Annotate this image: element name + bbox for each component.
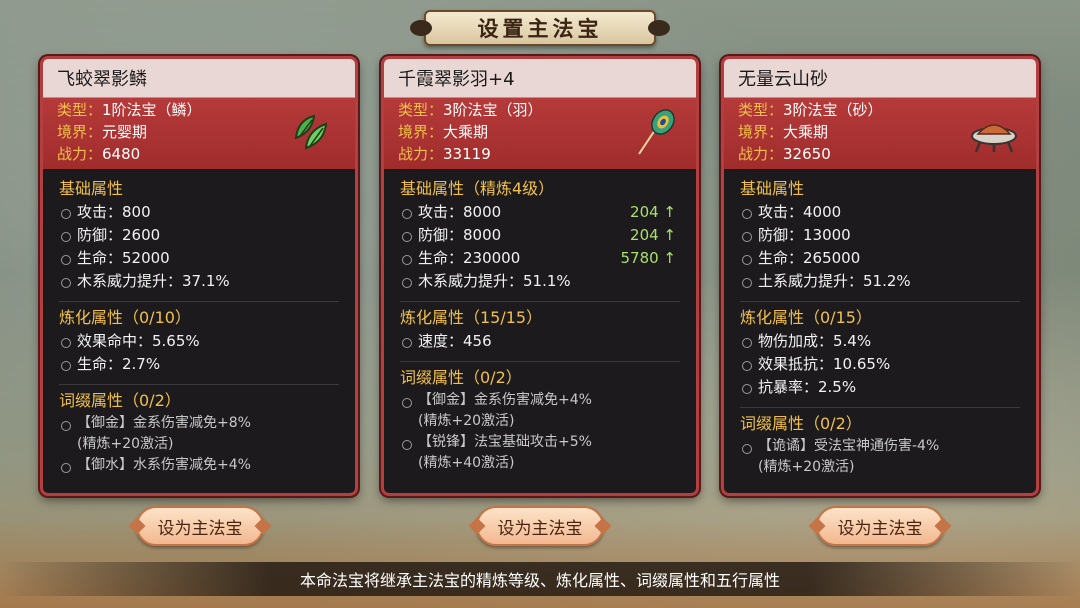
set-main-artifact-button-1[interactable]: 设为主法宝 [136, 506, 264, 546]
attribute-row: 攻击：800 [59, 201, 339, 224]
refine-attribute-row: 物伤加成：5.4% [740, 330, 1020, 353]
artifact-card-1[interactable]: 飞蛟翠影鳞 类型：1阶法宝（鳞） 境界：元婴期 战力：6480 基础属性 攻击：… [40, 56, 358, 496]
divider [400, 301, 680, 302]
footer-bar: 本命法宝将继承主法宝的精炼等级、炼化属性、词缀属性和五行属性 [0, 562, 1080, 596]
refine-attributes-title: 炼化属性（0/15） [740, 308, 872, 327]
divider [740, 301, 1020, 302]
affix-attribute-row: 【御金】金系伤害减免+8% (精炼+20激活) [59, 413, 339, 455]
base-attributes-title: 基础属性 [59, 179, 124, 198]
affix-attributes-title: 词缀属性（0/2） [59, 391, 181, 410]
affix-attributes-title: 词缀属性（0/2） [740, 414, 862, 433]
refine-attributes-title: 炼化属性（15/15） [400, 308, 543, 327]
refine-attribute-row: 生命：2.7% [59, 353, 339, 376]
artifact-name: 千霞翠影羽+4 [398, 69, 515, 90]
divider [59, 301, 339, 302]
divider [400, 361, 680, 362]
page-title: 设置主法宝 [477, 16, 603, 41]
attribute-row: 木系威力提升：51.1% [400, 270, 680, 293]
set-main-artifact-button-3[interactable]: 设为主法宝 [816, 506, 944, 546]
attribute-row: 防御：8000 204 ↑ [400, 224, 680, 247]
base-attributes-title: 基础属性 [740, 179, 805, 198]
affix-attribute-row: 【锐锋】法宝基础攻击+5% (精炼+40激活) [400, 432, 680, 474]
attribute-row: 攻击：4000 [740, 201, 1020, 224]
attribute-row: 生命：230000 5780 ↑ [400, 247, 680, 270]
attribute-row: 木系威力提升：37.1% [59, 270, 339, 293]
affix-attribute-row: 【御水】水系伤害减免+4% [59, 455, 339, 476]
affix-attribute-row: 【御金】金系伤害减免+4% (精炼+20激活) [400, 390, 680, 432]
footer-hint: 本命法宝将继承主法宝的精炼等级、炼化属性、词缀属性和五行属性 [299, 571, 780, 590]
card-header: 千霞翠影羽+4 类型：3阶法宝（羽） 境界：大乘期 战力：33119 [384, 59, 696, 169]
green-scale-icon [287, 107, 339, 159]
attribute-row: 防御：13000 [740, 224, 1020, 247]
attribute-row: 攻击：8000 204 ↑ [400, 201, 680, 224]
refine-attribute-row: 抗暴率：2.5% [740, 376, 1020, 399]
peacock-feather-icon [628, 107, 680, 159]
affix-attributes-title: 词缀属性（0/2） [400, 368, 522, 387]
card-header: 飞蛟翠影鳞 类型：1阶法宝（鳞） 境界：元婴期 战力：6480 [43, 59, 355, 169]
divider [59, 384, 339, 385]
attribute-row: 生命：265000 [740, 247, 1020, 270]
artifact-name: 飞蛟翠影鳞 [57, 69, 147, 90]
card-header: 无量云山砂 类型：3阶法宝（砂） 境界：大乘期 战力：32650 [724, 59, 1036, 169]
artifact-card-2[interactable]: 千霞翠影羽+4 类型：3阶法宝（羽） 境界：大乘期 战力：33119 基础属性（… [381, 56, 699, 496]
refine-attribute-row: 效果抵抗：10.65% [740, 353, 1020, 376]
refine-attribute-row: 速度：456 [400, 330, 680, 353]
affix-attribute-row: 【诡谲】受法宝神通伤害-4% (精炼+20激活) [740, 436, 1020, 478]
artifact-name: 无量云山砂 [738, 69, 828, 90]
set-main-artifact-button-2[interactable]: 设为主法宝 [476, 506, 604, 546]
title-banner: 设置主法宝 [410, 10, 670, 46]
refine-attributes-title: 炼化属性（0/10） [59, 308, 191, 327]
refine-attribute-row: 效果命中：5.65% [59, 330, 339, 353]
sand-tray-icon [968, 107, 1020, 159]
attribute-row: 防御：2600 [59, 224, 339, 247]
artifact-card-3[interactable]: 无量云山砂 类型：3阶法宝（砂） 境界：大乘期 战力：32650 基础属性 攻击… [721, 56, 1039, 496]
attribute-row: 生命：52000 [59, 247, 339, 270]
divider [740, 407, 1020, 408]
attribute-row: 土系威力提升：51.2% [740, 270, 1020, 293]
base-attributes-title: 基础属性（精炼4级） [400, 179, 555, 198]
